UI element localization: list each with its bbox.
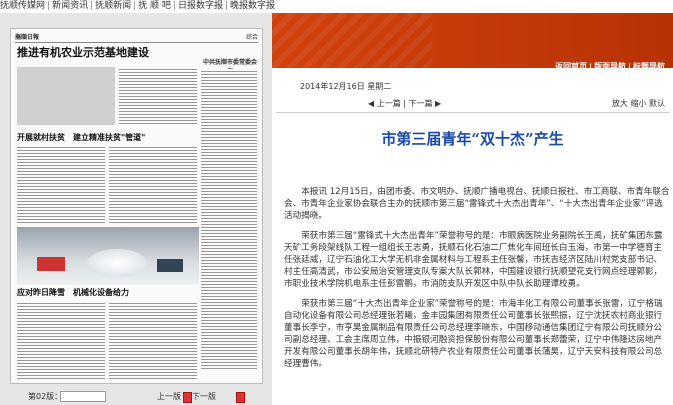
nav-separator: | — [172, 1, 176, 11]
page-headline-photo[interactable]: 应对昨日降雪 机械化设备给力 — [17, 287, 197, 298]
top-nav-item-media[interactable]: 抚顺传媒网 — [0, 1, 45, 11]
page-headline-main[interactable]: 推进有机农业示范基地建设 — [17, 44, 197, 60]
pdf-icon[interactable] — [183, 392, 192, 403]
pdf-icon[interactable] — [236, 392, 245, 403]
nav-separator: | — [403, 99, 406, 108]
page-photo-snow — [17, 227, 199, 285]
article-paragraph: 荣获市第三届“十大杰出青年企业家”荣誉称号的是：市海丰化工有限公司董事长张雷，辽… — [284, 299, 663, 369]
page-number-label: 第02版： — [28, 392, 63, 401]
paper-panel: 撫順日報 综合 推进有机农业示范基地建设 中共抚顺市委常委会议 开展就村扶贫 建… — [0, 13, 272, 405]
top-nav-item-forum[interactable]: 抚 顺 吧 — [138, 1, 171, 11]
article-paragraph: 本报讯 12月15日，由团市委、市文明办、抚顺广播电视台、抚顺日报社、市工商联、… — [284, 187, 670, 221]
divider — [276, 112, 669, 113]
article-body: 本报讯 12月15日，由团市委、市文明办、抚顺广播电视台、抚顺日报社、市工商联、… — [284, 186, 670, 378]
page-text-block — [201, 69, 257, 369]
article-panel: 2014年12月16日 星期二 ◀ 上一篇 | 下一篇 ▶ 放大 缩小 默认 市… — [272, 68, 673, 405]
prev-page-link[interactable]: 上一版 — [157, 388, 181, 405]
nav-separator: | — [224, 1, 229, 11]
page-text-block — [109, 301, 197, 379]
nav-separator: | — [47, 1, 51, 11]
header-pattern — [272, 13, 432, 68]
page-text-block — [109, 145, 197, 223]
top-nav-item-daily-digital[interactable]: 日报数字报 — [178, 1, 223, 11]
page-masthead: 撫順日報 综合 — [15, 32, 258, 43]
newspaper-page-thumbnail[interactable]: 撫順日報 综合 推进有机农业示范基地建设 中共抚顺市委常委会议 开展就村扶贫 建… — [10, 28, 263, 384]
photo-snow-spray — [87, 249, 147, 277]
page-headline-mid[interactable]: 开展就村扶贫 建立精准扶贫"管道" — [17, 132, 187, 143]
article-title: 市第三届青年“双十杰”产生 — [381, 130, 564, 148]
top-nav-item-news[interactable]: 新闻资讯 — [52, 1, 88, 11]
page-photo-small — [17, 67, 115, 125]
article-date: 2014年12月16日 星期二 — [300, 82, 392, 91]
page-text-block — [17, 145, 105, 223]
article-nav: ◀ 上一篇 | 下一篇 ▶ — [368, 98, 441, 109]
page-section: 综合 — [245, 34, 258, 41]
masthead-logo: 撫順日報 — [15, 34, 40, 41]
next-page-link[interactable]: 下一版 — [192, 388, 216, 405]
article-paragraph: 荣获市第三届“雷锋式十大杰出青年”荣誉称号的是：市眼病医院业务副院长王禹，抚矿集… — [284, 231, 663, 289]
next-article-icon[interactable]: ▶ — [435, 99, 441, 108]
top-nav-item-fushun-news[interactable]: 抚顺新闻 — [95, 1, 131, 11]
page-text-block — [17, 301, 105, 379]
photo-truck — [157, 259, 183, 272]
top-nav: 抚顺传媒网 | 新闻资讯 | 抚顺新闻 | 抚 顺 吧 | 日报数字报 | 晚报数字报 — [0, 0, 673, 13]
photo-truck — [37, 257, 65, 271]
page-text-block — [119, 67, 197, 125]
next-article-link[interactable]: 下一篇 — [409, 99, 433, 108]
header-banner: 返回首页 | 版面导航 | 标题导航 — [272, 13, 673, 71]
font-size-tools[interactable]: 放大 缩小 默认 — [612, 98, 665, 109]
prev-article-link[interactable]: 上一篇 — [377, 99, 401, 108]
top-nav-item-evening-digital[interactable]: 晚报数字报 — [230, 1, 275, 11]
prev-article-icon[interactable]: ◀ — [368, 99, 374, 108]
page-select[interactable] — [60, 391, 106, 402]
page-nav: 第02版： 上一版 下一版 — [0, 388, 272, 405]
